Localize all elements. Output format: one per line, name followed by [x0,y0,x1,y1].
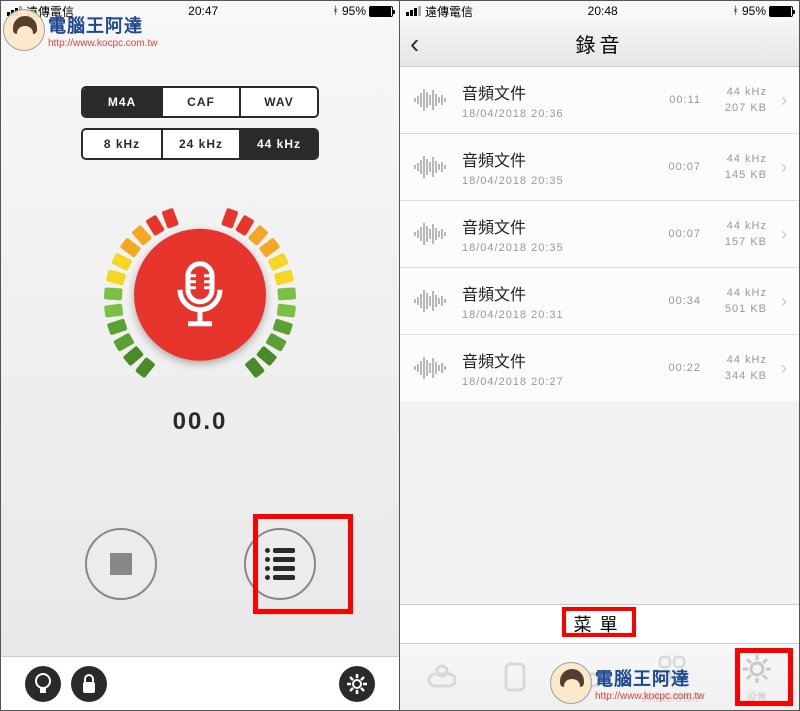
recording-date: 18/04/2018 20:35 [462,175,633,187]
chevron-right-icon: › [781,358,787,379]
recording-meta: 44 kHz145 KB [711,153,767,181]
tab-3[interactable] [569,659,605,695]
format-caf[interactable]: CAF [161,88,239,116]
battery-pct: 95% [742,4,766,18]
rate-8[interactable]: 8 kHz [83,130,161,158]
status-bar: 遠傳電信 20:47 ᚼ 95% [1,1,399,21]
format-m4a[interactable]: M4A [83,88,161,116]
rate-segmented[interactable]: 8 kHz 24 kHz 44 kHz [81,128,319,160]
recording-date: 18/04/2018 20:35 [462,242,633,254]
carrier: 遠傳電信 [26,3,74,20]
waveform-icon [408,357,452,379]
recording-row[interactable]: 音頻文件 18/04/2018 20:31 00:34 44 kHz501 KB › [400,268,799,334]
waveform-icon [408,89,452,111]
bluetooth-icon: ᚼ [332,5,339,17]
recording-duration: 00:34 [643,295,701,307]
rate-44[interactable]: 44 kHz [239,130,317,158]
recording-title: 音頻文件 [462,80,633,104]
bottom-toolbar [1,656,399,710]
recording-duration: 00:22 [643,362,701,374]
rate-24[interactable]: 24 kHz [161,130,239,158]
waveform-icon [408,156,452,178]
tab-settings[interactable]: 设置 [739,651,775,704]
format-segmented[interactable]: M4A CAF WAV [81,86,319,118]
format-wav[interactable]: WAV [239,88,317,116]
tab-1[interactable] [424,659,460,695]
tab-other-apps[interactable]: 其他应用程序 [642,651,702,704]
battery-icon [769,6,793,17]
chevron-right-icon: › [781,90,787,111]
nav-header: ‹ 錄音 [400,21,799,67]
tab-icon [572,664,602,690]
status-bar: 遠傳電信 20:48 ᚼ 95% [400,1,799,21]
clock: 20:48 [588,4,618,18]
timer: 00.0 [173,408,228,436]
tab-icon [427,664,457,690]
stop-icon [110,553,132,575]
recording-meta: 44 kHz501 KB [711,287,767,315]
recording-row[interactable]: 音頻文件 18/04/2018 20:35 00:07 44 kHz145 KB › [400,134,799,200]
microphone-icon [170,260,230,330]
recording-meta: 44 kHz207 KB [711,86,767,114]
tips-button[interactable] [25,666,61,702]
menu-button[interactable]: 菜單 [400,604,799,644]
recording-date: 18/04/2018 20:36 [462,108,633,120]
grid-icon [657,654,687,684]
recording-date: 18/04/2018 20:31 [462,309,633,321]
tab-label: 设置 [747,689,767,704]
bluetooth-icon: ᚼ [732,5,739,17]
recording-date: 18/04/2018 20:27 [462,376,633,388]
waveform-icon [408,290,452,312]
gear-icon [346,673,368,695]
recording-row[interactable]: 音頻文件 18/04/2018 20:35 00:07 44 kHz157 KB › [400,201,799,267]
gear-icon [741,653,773,685]
tab-icon [503,662,527,692]
recording-title: 音頻文件 [462,348,633,372]
tab-2[interactable] [497,659,533,695]
back-button[interactable]: ‹ [410,28,419,60]
recording-row[interactable]: 音頻文件 18/04/2018 20:36 00:11 44 kHz207 KB › [400,67,799,133]
tab-label: 其他应用程序 [642,689,702,704]
recording-row[interactable]: 音頻文件 18/04/2018 20:27 00:22 44 kHz344 KB › [400,335,799,401]
recording-title: 音頻文件 [462,281,633,305]
bulb-icon [34,673,52,695]
carrier: 遠傳電信 [425,3,473,20]
page-title: 錄音 [400,29,799,58]
recording-title: 音頻文件 [462,214,633,238]
recording-meta: 44 kHz157 KB [711,220,767,248]
signal-icon [406,6,421,16]
battery-icon [369,6,393,17]
tab-bar: 其他应用程序 设置 [400,644,799,710]
lock-icon [81,673,97,695]
recordings-list-button[interactable] [244,528,316,600]
chevron-right-icon: › [781,157,787,178]
recording-duration: 00:11 [643,94,701,106]
list-icon [265,548,295,580]
clock: 20:47 [188,4,218,18]
chevron-right-icon: › [781,224,787,245]
settings-button[interactable] [339,666,375,702]
signal-icon [7,6,22,16]
chevron-right-icon: › [781,291,787,312]
waveform-icon [408,223,452,245]
recording-title: 音頻文件 [462,147,633,171]
lock-button[interactable] [71,666,107,702]
recording-meta: 44 kHz344 KB [711,354,767,382]
recordings-list[interactable]: 音頻文件18/04/2018 20:3600:1144 kHz207 KB›音頻… [400,67,799,604]
record-button[interactable] [134,229,266,361]
recording-duration: 00:07 [643,161,701,173]
battery-pct: 95% [342,4,366,18]
stop-button[interactable] [85,528,157,600]
recording-duration: 00:07 [643,228,701,240]
